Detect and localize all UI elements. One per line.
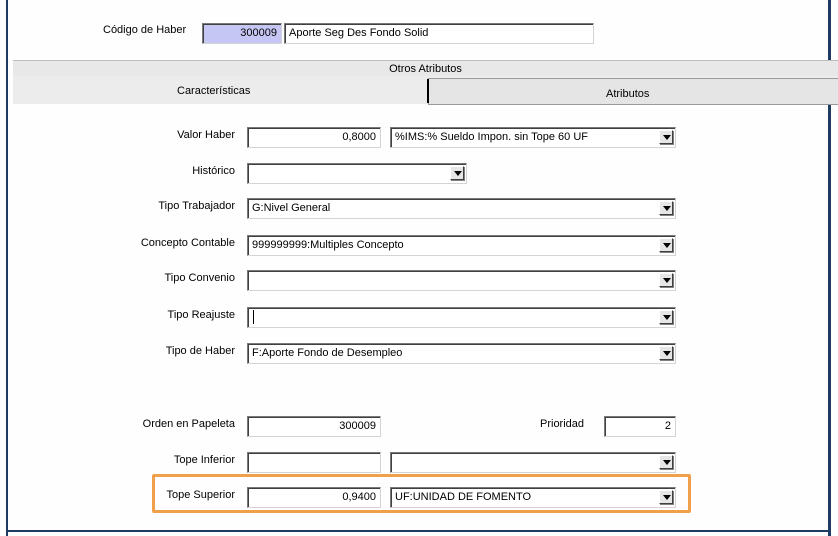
tipo-haber-label: Tipo de Haber bbox=[165, 345, 235, 357]
chevron-down-icon bbox=[663, 135, 671, 140]
orden-papeleta-label: Orden en Papeleta bbox=[142, 418, 235, 430]
window-frame-bottom bbox=[6, 530, 831, 532]
concepto-contable-value: 999999999:Multiples Concepto bbox=[252, 239, 404, 251]
codigo-haber-field[interactable]: 300009 bbox=[202, 23, 282, 44]
tab-atributos-label[interactable]: Atributos bbox=[606, 87, 649, 101]
tipo-haber-select[interactable]: F:Aporte Fondo de Desempleo bbox=[247, 343, 676, 364]
text-cursor bbox=[253, 310, 254, 324]
concepto-contable-dropdown-button[interactable] bbox=[659, 238, 673, 252]
valor-haber-unit-select[interactable]: %IMS:% Sueldo Impon. sin Tope 60 UF bbox=[390, 127, 676, 148]
chevron-down-icon bbox=[663, 351, 671, 356]
tope-inferior-input[interactable] bbox=[247, 452, 381, 473]
tope-superior-dropdown-button[interactable] bbox=[659, 490, 673, 504]
tope-inferior-label: Tope Inferior bbox=[173, 454, 235, 466]
tope-superior-unit-value: UF:UNIDAD DE FOMENTO bbox=[395, 491, 532, 503]
historico-select[interactable] bbox=[247, 163, 467, 184]
chevron-down-icon bbox=[663, 315, 671, 320]
tope-superior-unit-select[interactable]: UF:UNIDAD DE FOMENTO bbox=[390, 487, 676, 508]
tipo-trabajador-select[interactable]: G:Nivel General bbox=[247, 198, 676, 219]
tab-divider bbox=[427, 79, 429, 103]
concepto-contable-select[interactable]: 999999999:Multiples Concepto bbox=[247, 235, 676, 256]
tipo-trabajador-dropdown-button[interactable] bbox=[659, 201, 673, 215]
codigo-haber-label: Código de Haber bbox=[103, 24, 187, 36]
tab-group-title: Otros Atributos bbox=[389, 63, 462, 75]
valor-haber-label: Valor Haber bbox=[177, 129, 235, 141]
codigo-haber-description[interactable]: Aporte Seg Des Fondo Solid bbox=[284, 23, 594, 44]
tipo-convenio-label: Tipo Convenio bbox=[164, 272, 235, 284]
chevron-down-icon bbox=[663, 278, 671, 283]
tab-baseline bbox=[428, 104, 838, 105]
tipo-haber-dropdown-button[interactable] bbox=[659, 346, 673, 360]
tab-caracteristicas[interactable]: Características bbox=[177, 84, 250, 98]
tipo-convenio-select[interactable] bbox=[247, 270, 676, 291]
chevron-down-icon bbox=[454, 171, 462, 176]
tipo-reajuste-select[interactable] bbox=[247, 307, 676, 328]
orden-papeleta-input[interactable]: 300009 bbox=[247, 416, 381, 437]
valor-haber-input[interactable]: 0,8000 bbox=[247, 127, 381, 148]
tipo-reajuste-dropdown-button[interactable] bbox=[659, 310, 673, 324]
valor-haber-unit-value: %IMS:% Sueldo Impon. sin Tope 60 UF bbox=[395, 131, 589, 143]
tipo-trabajador-value: G:Nivel General bbox=[252, 202, 331, 214]
window-frame-left bbox=[6, 0, 8, 536]
prioridad-label: Prioridad bbox=[540, 418, 585, 430]
tope-inferior-unit-select[interactable] bbox=[390, 452, 676, 473]
tipo-haber-value: F:Aporte Fondo de Desempleo bbox=[252, 347, 403, 359]
tope-inferior-dropdown-button[interactable] bbox=[659, 455, 673, 469]
historico-label: Histórico bbox=[192, 165, 235, 177]
historico-dropdown-button[interactable] bbox=[450, 166, 464, 180]
chevron-down-icon bbox=[663, 495, 671, 500]
concepto-contable-label: Concepto Contable bbox=[140, 237, 235, 249]
prioridad-input[interactable]: 2 bbox=[604, 416, 676, 437]
chevron-down-icon bbox=[663, 206, 671, 211]
tipo-trabajador-label: Tipo Trabajador bbox=[158, 200, 235, 212]
tipo-convenio-dropdown-button[interactable] bbox=[659, 273, 673, 287]
valor-haber-dropdown-button[interactable] bbox=[659, 130, 673, 144]
chevron-down-icon bbox=[663, 460, 671, 465]
tope-superior-label: Tope Superior bbox=[166, 489, 236, 501]
tipo-reajuste-label: Tipo Reajuste bbox=[167, 309, 235, 321]
chevron-down-icon bbox=[663, 243, 671, 248]
tope-superior-input[interactable]: 0,9400 bbox=[247, 487, 381, 508]
